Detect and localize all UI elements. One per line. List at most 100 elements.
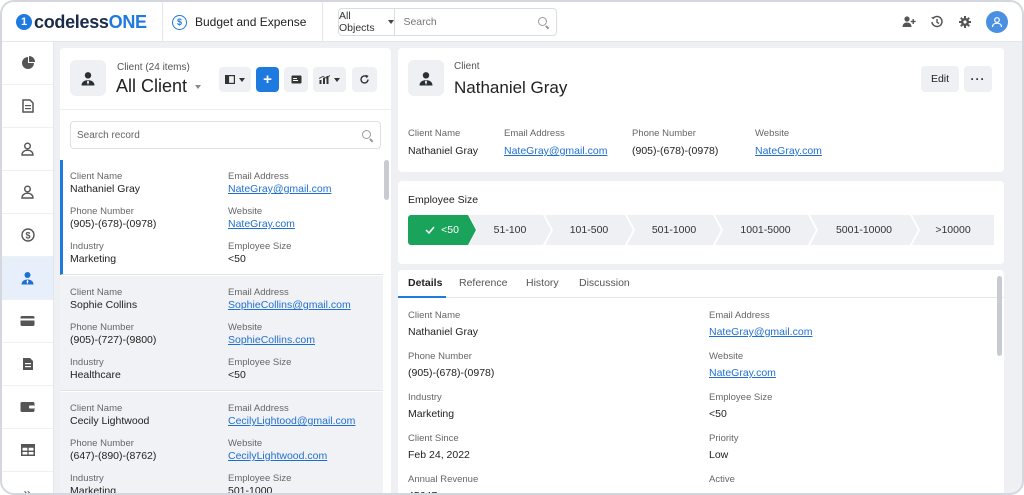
add-record-button[interactable]: + [256, 67, 279, 92]
search-scope-dropdown[interactable]: All Objects [339, 9, 396, 35]
pie-chart-icon [21, 56, 35, 69]
nav-users[interactable] [2, 171, 53, 214]
email-link[interactable]: NateGray@gmail.com [228, 183, 331, 196]
dollar-circle-icon: $ [20, 228, 35, 242]
card-view-button[interactable] [284, 67, 308, 92]
field-label: Phone Number [408, 351, 472, 362]
double-chevron-right-icon: » [23, 485, 32, 495]
website-link[interactable]: SophieCollins.com [228, 334, 315, 347]
detail-active: Active [709, 474, 735, 489]
field-website: Website CecilyLightwood.com [228, 438, 327, 463]
field-website: Website NateGray.com [228, 206, 295, 231]
stage-5001-10000[interactable]: 5001-10000 [810, 215, 918, 245]
email-link[interactable]: SophieCollins@gmail.com [228, 299, 351, 312]
details-scrollbar[interactable] [997, 276, 1002, 356]
field-employee-size: Employee Size <50 [228, 241, 291, 266]
nav-wallet[interactable] [2, 386, 53, 429]
search-icon[interactable] [538, 16, 547, 28]
active-tab-indicator [398, 296, 446, 298]
record-search-input[interactable] [71, 129, 362, 141]
chevron-down-icon [195, 84, 202, 89]
edit-button[interactable]: Edit [921, 66, 959, 92]
field-label: Active [709, 474, 735, 485]
stage-1001-5000[interactable]: 1001-5000 [715, 215, 816, 245]
field-label: Website [709, 351, 744, 362]
field-label: Industry [70, 357, 104, 368]
field-phone: Phone Number (647)-(890)-(8762) [70, 438, 156, 463]
field-label: Employee Size [709, 392, 773, 403]
website-link[interactable]: NateGray.com [228, 218, 295, 231]
field-label: Website [228, 322, 263, 333]
list-item[interactable]: Client Name Cecily Lightwood Email Addres… [60, 392, 383, 495]
detail-client-name: Client Name Nathaniel Gray [408, 310, 478, 339]
stage-501-1000[interactable]: 501-1000 [627, 215, 721, 245]
more-options-button[interactable]: ··· [964, 66, 992, 92]
field-label: Industry [70, 241, 104, 252]
field-client-name: Client Name Cecily Lightwood [70, 403, 149, 428]
expand-rail-button[interactable]: » [2, 472, 53, 495]
view-title: All Client [116, 76, 188, 96]
field-label: Industry [408, 392, 442, 403]
website-link[interactable]: NateGray.com [755, 144, 822, 158]
record-type: Client [454, 61, 480, 72]
stage-label: <50 [441, 224, 459, 236]
refresh-button[interactable] [352, 67, 377, 92]
website-link[interactable]: CecilyLightwood.com [228, 450, 327, 463]
field-value: Sophie Collins [70, 299, 138, 311]
field-value: 45647 [408, 489, 478, 493]
email-link[interactable]: NateGray@gmail.com [504, 144, 607, 158]
history-icon[interactable] [930, 15, 944, 29]
field-website: Website SophieCollins.com [228, 322, 315, 347]
website-link[interactable]: NateGray.com [709, 366, 776, 380]
list-item[interactable]: Client Name Sophie Collins Email Address S… [60, 276, 383, 391]
layout-toggle-button[interactable] [219, 67, 251, 92]
tab-details[interactable]: Details [408, 277, 442, 289]
user-avatar-icon[interactable] [986, 11, 1008, 33]
add-user-icon[interactable] [902, 15, 916, 29]
app-window: 1 codelessONE $ Budget and Expense All O… [0, 0, 1024, 495]
email-link[interactable]: CecilyLightood@gmail.com [228, 415, 355, 428]
field-value: Marketing [70, 485, 117, 495]
list-scrollbar[interactable] [384, 160, 389, 200]
chart-view-button[interactable] [313, 67, 346, 92]
tab-discussion[interactable]: Discussion [579, 277, 630, 289]
tab-history[interactable]: History [526, 277, 559, 289]
gear-icon[interactable] [958, 15, 972, 29]
field-value: Nathaniel Gray [408, 326, 479, 338]
logo[interactable]: 1 codelessONE [16, 10, 147, 34]
nav-budget[interactable]: $ [2, 214, 53, 257]
nav-reports[interactable] [2, 343, 53, 386]
field-email: Email Address NateGray@gmail.com [228, 171, 331, 196]
nav-documents[interactable] [2, 85, 53, 128]
nav-payments[interactable] [2, 300, 53, 343]
view-selector[interactable]: All Client [116, 76, 202, 97]
nav-tables[interactable] [2, 429, 53, 472]
report-icon [22, 358, 33, 370]
client-icon [21, 272, 34, 285]
stage-lt50[interactable]: <50 [408, 215, 476, 245]
search-input[interactable] [395, 10, 539, 34]
stage-101-500[interactable]: 101-500 [545, 215, 633, 245]
tab-bar: Details Reference History Discussion [398, 270, 1004, 298]
stage-gt10000[interactable]: >10000 [912, 215, 994, 245]
stage-51-100[interactable]: 51-100 [469, 215, 551, 245]
logo-mark: 1 [16, 14, 32, 30]
stage-label: 501-1000 [651, 224, 697, 236]
field-client-name: Client Name Sophie Collins [70, 287, 137, 312]
nav-contacts[interactable] [2, 128, 53, 171]
nav-dashboard[interactable] [2, 42, 53, 85]
field-value: (905)-(678)-(0978) [70, 218, 157, 230]
field-email: Email Address SophieCollins@gmail.com [228, 287, 351, 312]
email-link[interactable]: NateGray@gmail.com [709, 325, 812, 339]
app-title[interactable]: $ Budget and Expense [172, 12, 306, 32]
field-value: Marketing [408, 408, 455, 420]
list-item[interactable]: Client Name Nathaniel Gray Email Address N… [60, 160, 383, 275]
field-label: Employee Size [228, 473, 292, 484]
search-icon[interactable] [362, 129, 373, 141]
record-details-panel: Details Reference History Discussion Cli… [398, 270, 1004, 493]
summary-client-name: Client Name Nathaniel Gray [408, 128, 478, 158]
nav-clients[interactable] [2, 257, 53, 300]
tab-reference[interactable]: Reference [459, 277, 507, 289]
field-value: <50 [228, 369, 246, 381]
field-value: (647)-(890)-(8762) [70, 450, 157, 462]
